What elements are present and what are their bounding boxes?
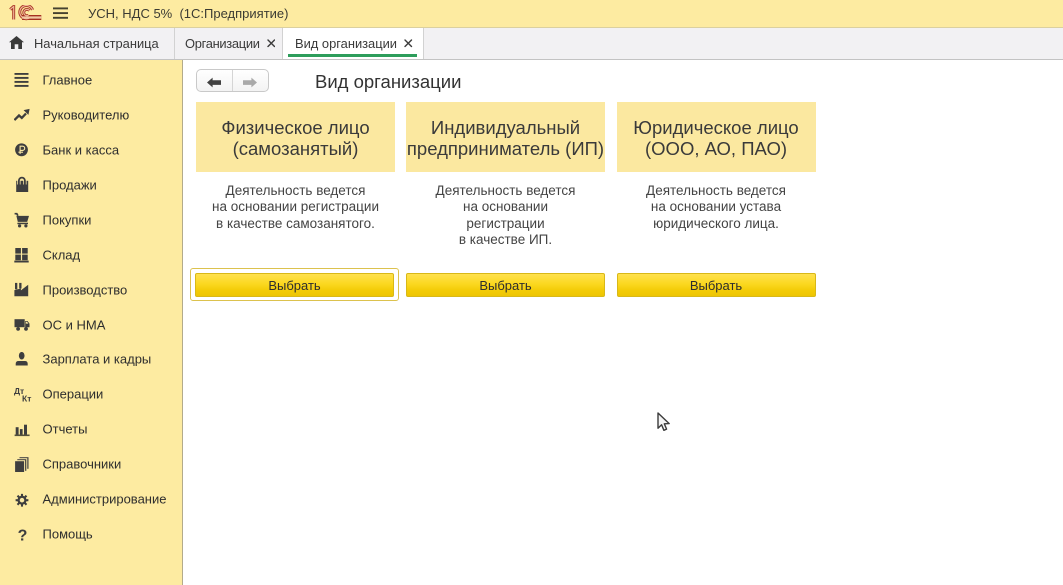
svg-text:?: ? bbox=[18, 528, 28, 543]
svg-text:Кт: Кт bbox=[22, 394, 31, 403]
